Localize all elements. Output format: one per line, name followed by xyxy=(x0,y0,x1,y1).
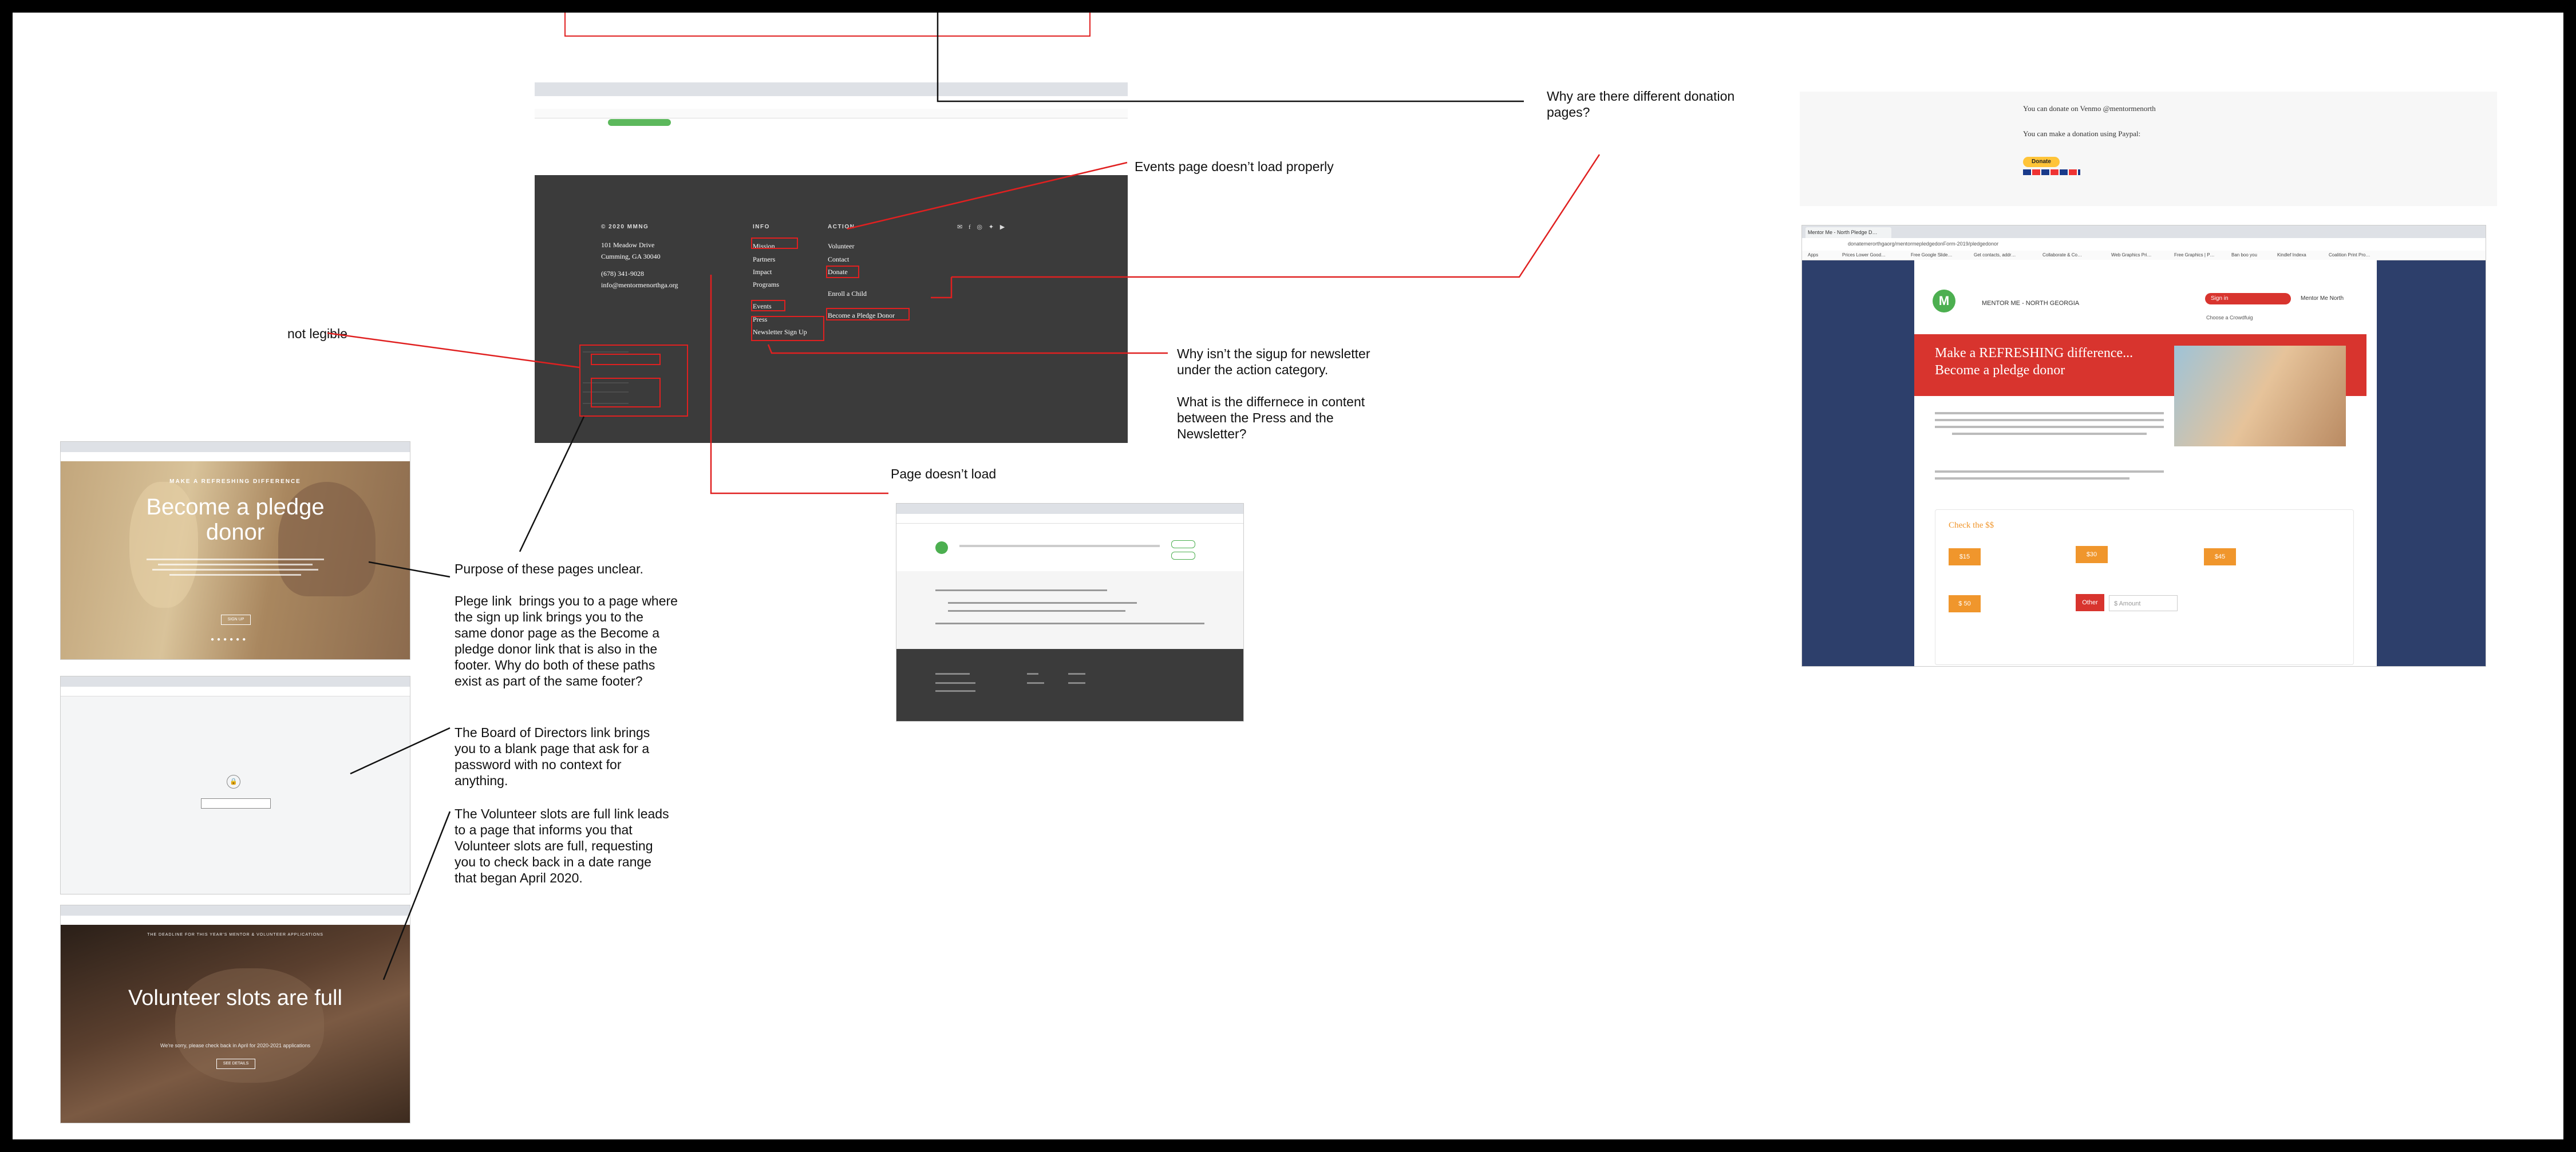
annotation-connectors xyxy=(327,13,1601,980)
annotated-canvas: © 2020 MMNG 101 Meadow Drive Cumming, GA… xyxy=(13,13,2563,1139)
